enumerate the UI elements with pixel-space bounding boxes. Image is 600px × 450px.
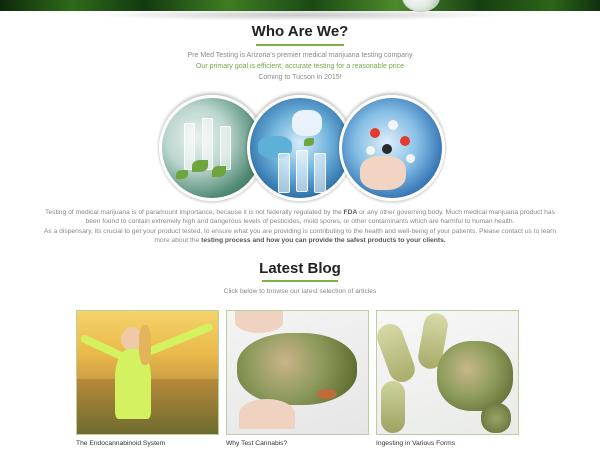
blog-subtitle: Click below to browse our latest selecti… [223, 288, 377, 295]
blog-post-image-ingesting[interactable] [376, 310, 519, 435]
blog-title-underline [262, 280, 338, 282]
blog-post-title[interactable]: Why Test Cannabis? [226, 440, 287, 447]
blog-title: Latest Blog [259, 260, 341, 277]
about-title-underline [256, 44, 344, 46]
blog-post-title[interactable]: The Endocannabinoid System [76, 440, 165, 447]
molecule-model-image [339, 95, 445, 201]
about-paragraph-1: Testing of medical marijuana is of param… [45, 209, 555, 225]
blog-post-title[interactable]: Ingesting in Various Forms [376, 440, 455, 447]
about-intro-line: Pre Med Testing is Arizona's premier med… [187, 52, 413, 59]
about-title: Who Are We? [251, 23, 349, 40]
lab-technician-image [247, 95, 353, 201]
about-paragraph-2: As a dispensary, its crucial to get your… [43, 228, 557, 244]
blog-post-image-why-test[interactable] [226, 310, 369, 435]
about-coming-line: Coming to Tucson in 2015! [258, 74, 342, 81]
blog-post-image-endocannabinoid[interactable] [76, 310, 219, 435]
hero-shadow [90, 9, 510, 21]
about-goal-line: Our primary goal is efficient, accurate … [195, 63, 405, 70]
